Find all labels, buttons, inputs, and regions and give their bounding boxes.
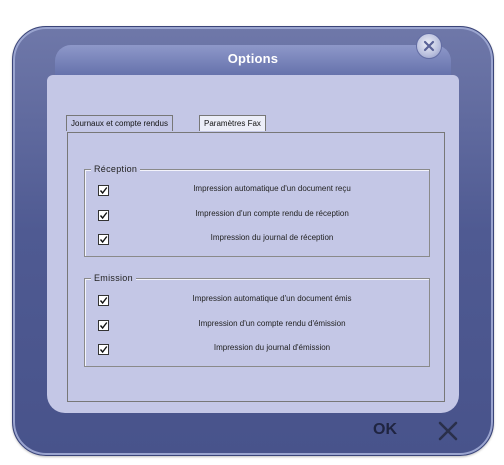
- ok-button[interactable]: OK: [373, 421, 397, 439]
- check-icon: [99, 297, 108, 305]
- checkbox-auto-print-received[interactable]: [98, 185, 109, 196]
- option-label: Impression du journal de réception: [210, 233, 334, 242]
- tab-panel: Réception Impression automatique d'un do…: [67, 132, 445, 402]
- checkbox-print-emission-journal[interactable]: [98, 344, 109, 355]
- emission-option-auto-print: Impression automatique d'un document émi…: [85, 292, 429, 310]
- content-panel: Journaux et compte rendus Paramètres Fax…: [47, 75, 459, 413]
- option-label: Impression d'un compte rendu d'émission: [198, 319, 346, 328]
- option-label: Impression d'un compte rendu de réceptio…: [195, 209, 349, 218]
- check-icon: [99, 236, 108, 244]
- check-icon: [99, 212, 108, 220]
- reception-option-auto-print: Impression automatique d'un document reç…: [85, 182, 429, 200]
- close-glyph-icon: [423, 40, 435, 52]
- tab-parametres-fax[interactable]: Paramètres Fax: [199, 115, 266, 131]
- checkbox-print-reception-journal[interactable]: [98, 234, 109, 245]
- reception-group: Réception Impression automatique d'un do…: [84, 164, 430, 257]
- window-title: Options: [227, 51, 279, 66]
- checkbox-print-reception-report[interactable]: [98, 210, 109, 221]
- emission-group: Emission Impression automatique d'un doc…: [84, 273, 430, 367]
- emission-option-journal-print: Impression du journal d'émission: [85, 341, 429, 359]
- cancel-button[interactable]: [437, 420, 459, 442]
- tab-journaux[interactable]: Journaux et compte rendus: [66, 115, 173, 131]
- check-icon: [99, 322, 108, 330]
- emission-option-report-print: Impression d'un compte rendu d'émission: [85, 317, 429, 335]
- option-label: Impression automatique d'un document reç…: [193, 184, 351, 193]
- reception-option-report-print: Impression d'un compte rendu de réceptio…: [85, 207, 429, 225]
- emission-group-label: Emission: [91, 273, 136, 283]
- check-icon: [99, 346, 108, 354]
- reception-group-label: Réception: [91, 164, 141, 174]
- check-icon: [99, 187, 108, 195]
- x-icon: [438, 421, 458, 441]
- reception-option-journal-print: Impression du journal de réception: [85, 231, 429, 249]
- options-dialog: Options Journaux et compte rendus Paramè…: [12, 26, 494, 456]
- close-icon[interactable]: [416, 33, 442, 59]
- option-label: Impression du journal d'émission: [213, 343, 331, 352]
- checkbox-print-emission-report[interactable]: [98, 320, 109, 331]
- title-bar[interactable]: Options: [55, 45, 451, 75]
- checkbox-auto-print-sent[interactable]: [98, 295, 109, 306]
- option-label: Impression automatique d'un document émi…: [192, 294, 352, 303]
